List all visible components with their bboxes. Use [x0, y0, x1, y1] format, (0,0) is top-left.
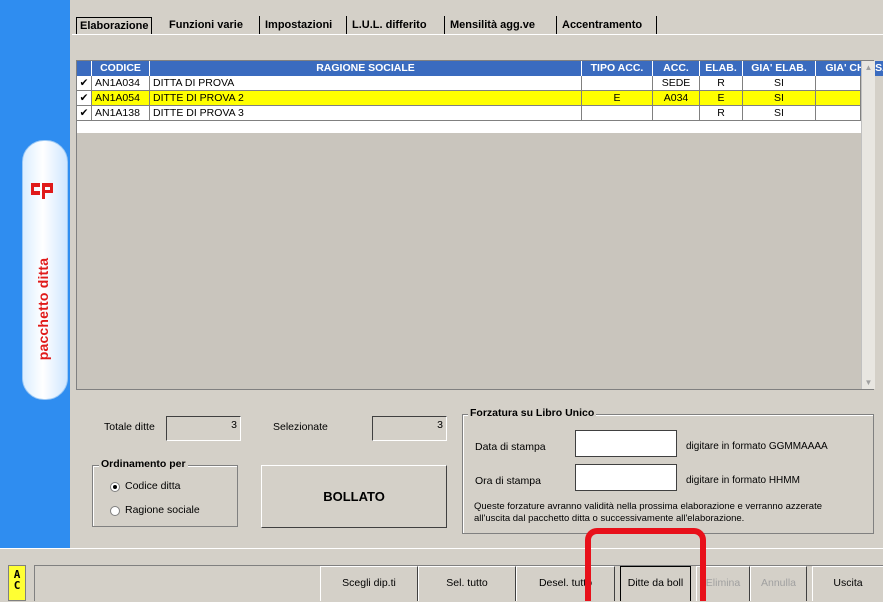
tab-mensilita[interactable]: Mensilità agg.ve: [447, 17, 538, 33]
cell-ragione: DITTE DI PROVA 3: [150, 106, 582, 121]
highlight-callout: [585, 528, 706, 601]
cell-tipo-acc: [582, 106, 653, 121]
cp-logo-icon: [31, 183, 53, 199]
tab-lul-differito[interactable]: L.U.L. differito: [349, 17, 430, 33]
tab-funzioni-varie[interactable]: Funzioni varie: [166, 17, 246, 33]
radio-ragione-sociale[interactable]: [110, 506, 120, 516]
header-acc[interactable]: ACC.: [653, 61, 700, 76]
sel-tutto-button[interactable]: Sel. tutto: [418, 566, 516, 601]
header-gia-elab[interactable]: GIA' ELAB.: [743, 61, 816, 76]
cell-gia-elab: SI: [743, 76, 816, 91]
grid-scrollbar[interactable]: ▲ ▼: [861, 61, 875, 389]
tab-separator: [259, 16, 260, 34]
header-ragione-sociale[interactable]: RAGIONE SOCIALE: [150, 61, 582, 76]
grid-empty-row: [77, 121, 861, 133]
radio-codice-ditta-label[interactable]: Codice ditta: [125, 480, 180, 492]
data-stampa-hint: digitare in formato GGMMAAAA: [686, 441, 828, 452]
scegli-dip-button[interactable]: Scegli dip.ti: [320, 566, 418, 601]
cell-ragione: DITTE DI PROVA 2: [150, 91, 582, 106]
totale-ditte-label: Totale ditte: [104, 421, 155, 433]
row-checkbox[interactable]: ✔: [77, 91, 92, 106]
forzatura-note-2: all'uscita dal pacchetto ditta o success…: [474, 513, 745, 524]
tab-separator: [556, 16, 557, 34]
selezionate-value: 3: [372, 416, 447, 441]
cell-tipo-acc: [582, 76, 653, 91]
ac-badge: A C: [8, 565, 26, 601]
cell-codice: AN1A138: [92, 106, 150, 121]
tab-separator: [444, 16, 445, 34]
ac-badge-letter-c: C: [13, 579, 21, 592]
forzatura-title: Forzatura su Libro Unico: [468, 407, 597, 419]
cell-elab: R: [700, 76, 743, 91]
row-checkbox[interactable]: ✔: [77, 106, 92, 121]
cell-codice: AN1A034: [92, 76, 150, 91]
ora-stampa-hint: digitare in formato HHMM: [686, 475, 800, 486]
radio-ragione-sociale-label[interactable]: Ragione sociale: [125, 504, 200, 516]
cell-acc: [653, 106, 700, 121]
totale-ditte-value: 3: [166, 416, 241, 441]
tab-underline: [72, 34, 883, 35]
cell-acc: A034: [653, 91, 700, 106]
header-codice[interactable]: CODICE: [92, 61, 150, 76]
cell-gia-chiusa: [816, 76, 861, 91]
cell-gia-elab: SI: [743, 106, 816, 121]
ordinamento-title: Ordinamento per: [99, 458, 188, 470]
cell-ragione: DITTA DI PROVA: [150, 76, 582, 91]
cell-gia-chiusa: [816, 91, 861, 106]
ordinamento-group: [92, 465, 238, 527]
tab-separator: [656, 16, 657, 34]
uscita-button[interactable]: Uscita: [812, 566, 883, 601]
header-check: [77, 61, 92, 76]
tab-separator: [346, 16, 347, 34]
radio-codice-ditta[interactable]: [110, 482, 120, 492]
cell-gia-elab: SI: [743, 91, 816, 106]
table-row[interactable]: ✔ AN1A054 DITTE DI PROVA 2 E A034 E SI: [77, 91, 861, 106]
scroll-down-icon[interactable]: ▼: [862, 376, 875, 389]
tab-elaborazione[interactable]: Elaborazione: [76, 17, 153, 34]
cell-tipo-acc: E: [582, 91, 653, 106]
ora-stampa-label: Ora di stampa: [475, 475, 541, 487]
sidebar-title: pacchetto ditta: [35, 257, 51, 361]
ora-stampa-input[interactable]: [575, 464, 677, 491]
data-stampa-input[interactable]: [575, 430, 677, 457]
scroll-up-icon[interactable]: ▲: [862, 61, 875, 74]
cell-codice: AN1A054: [92, 91, 150, 106]
cell-gia-chiusa: [816, 106, 861, 121]
header-elab[interactable]: ELAB.: [700, 61, 743, 76]
header-tipo-acc[interactable]: TIPO ACC.: [582, 61, 653, 76]
bollato-button[interactable]: BOLLATO: [261, 465, 447, 528]
annulla-button[interactable]: Annulla: [750, 566, 807, 601]
selezionate-label: Selezionate: [273, 421, 328, 433]
row-checkbox[interactable]: ✔: [77, 76, 92, 91]
table-row[interactable]: ✔ AN1A138 DITTE DI PROVA 3 R SI: [77, 106, 861, 121]
forzatura-note-1: Queste forzature avranno validità nella …: [474, 501, 823, 512]
cell-elab: R: [700, 106, 743, 121]
tab-accentramento[interactable]: Accentramento: [559, 17, 645, 33]
data-stampa-label: Data di stampa: [475, 441, 546, 453]
cell-acc: SEDE: [653, 76, 700, 91]
cell-elab: E: [700, 91, 743, 106]
table-row[interactable]: ✔ AN1A034 DITTA DI PROVA SEDE R SI: [77, 76, 861, 91]
tab-impostazioni[interactable]: Impostazioni: [262, 17, 335, 33]
